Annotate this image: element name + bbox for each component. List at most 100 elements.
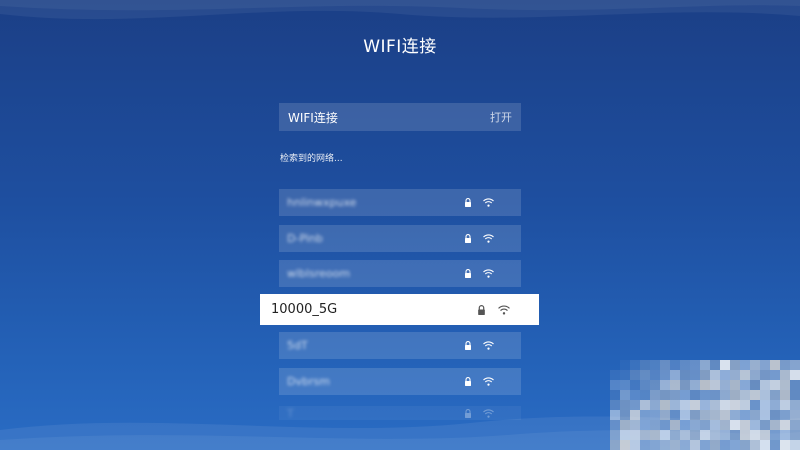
mosaic-tile: [760, 430, 770, 440]
mosaic-tile: [730, 390, 740, 400]
mosaic-tile: [680, 420, 690, 430]
mosaic-tile: [670, 440, 680, 450]
mosaic-tile: [750, 400, 760, 410]
mosaic-tile: [630, 400, 640, 410]
mosaic-tile: [640, 360, 650, 370]
mosaic-tile: [610, 360, 620, 370]
mosaic-tile: [700, 440, 710, 450]
mosaic-tile: [670, 420, 680, 430]
mosaic-tile: [670, 360, 680, 370]
mosaic-tile: [680, 400, 690, 410]
mosaic-tile: [760, 440, 770, 450]
network-row[interactable]: 5dT: [279, 332, 521, 359]
mosaic-tile: [710, 390, 720, 400]
mosaic-tile: [640, 380, 650, 390]
mosaic-tile: [780, 380, 790, 390]
mosaic-tile: [680, 440, 690, 450]
mosaic-tile: [730, 420, 740, 430]
mosaic-tile: [620, 390, 630, 400]
mosaic-tile: [780, 360, 790, 370]
mosaic-tile: [670, 380, 680, 390]
mosaic-tile: [770, 370, 780, 380]
wifi-signal-icon: [483, 377, 494, 386]
mosaic-tile: [650, 420, 660, 430]
lock-icon: [477, 304, 486, 315]
mosaic-tile: [680, 430, 690, 440]
mosaic-tile: [710, 430, 720, 440]
mosaic-tile: [760, 410, 770, 420]
mosaic-tile: [640, 390, 650, 400]
mosaic-tile: [690, 420, 700, 430]
mosaic-tile: [770, 410, 780, 420]
mosaic-tile: [610, 400, 620, 410]
mosaic-tile: [780, 390, 790, 400]
network-ssid: hnlinwxpuxe: [287, 196, 357, 209]
mosaic-tile: [720, 380, 730, 390]
mosaic-tile: [790, 360, 800, 370]
mosaic-tile: [790, 440, 800, 450]
network-ssid: wlblsreoom: [287, 267, 351, 280]
mosaic-tile: [620, 400, 630, 410]
network-ssid: Dvbrsm: [287, 375, 330, 388]
lock-icon: [464, 234, 472, 243]
mosaic-tile: [770, 420, 780, 430]
mosaic-tile: [680, 370, 690, 380]
mosaic-tile: [790, 420, 800, 430]
mosaic-tile: [720, 360, 730, 370]
mosaic-tile: [720, 440, 730, 450]
mosaic-tile: [740, 400, 750, 410]
mosaic-tile: [650, 440, 660, 450]
mosaic-tile: [640, 440, 650, 450]
mosaic-tile: [650, 390, 660, 400]
network-ssid: 10000_5G: [271, 302, 338, 317]
mosaic-tile: [690, 410, 700, 420]
network-row[interactable]: hnlinwxpuxe: [279, 189, 521, 216]
mosaic-tile: [700, 400, 710, 410]
network-row-selected[interactable]: 10000_5G: [260, 294, 539, 325]
mosaic-tile: [620, 440, 630, 450]
mosaic-tile: [670, 400, 680, 410]
mosaic-tile: [610, 440, 620, 450]
network-row[interactable]: Dvbrsm: [279, 368, 521, 395]
mosaic-tile: [740, 440, 750, 450]
mosaic-tile: [620, 430, 630, 440]
mosaic-tile: [630, 430, 640, 440]
lock-icon: [464, 377, 472, 386]
mosaic-tile: [750, 380, 760, 390]
mosaic-tile: [650, 370, 660, 380]
mosaic-tile: [630, 380, 640, 390]
mosaic-tile: [730, 380, 740, 390]
mosaic-tile: [620, 360, 630, 370]
mosaic-tile: [780, 400, 790, 410]
mosaic-tile: [740, 390, 750, 400]
mosaic-tile: [650, 430, 660, 440]
network-row[interactable]: wlblsreoom: [279, 260, 521, 287]
mosaic-tile: [700, 390, 710, 400]
lock-icon: [464, 408, 472, 418]
mosaic-tile: [780, 420, 790, 430]
mosaic-tile: [620, 370, 630, 380]
mosaic-tile: [670, 390, 680, 400]
network-row[interactable]: D-Pinb: [279, 225, 521, 252]
mosaic-tile: [640, 420, 650, 430]
mosaic-tile: [690, 360, 700, 370]
network-row[interactable]: T: [279, 406, 521, 420]
network-ssid: T: [287, 406, 294, 420]
mosaic-tile: [660, 370, 670, 380]
mosaic-tile: [680, 390, 690, 400]
mosaic-tile: [690, 390, 700, 400]
mosaic-tile: [700, 370, 710, 380]
mosaic-tile: [610, 410, 620, 420]
mosaic-tile: [700, 420, 710, 430]
mosaic-tile: [730, 370, 740, 380]
mosaic-tile: [750, 390, 760, 400]
mosaic-tile: [650, 410, 660, 420]
mosaic-tile: [660, 360, 670, 370]
mosaic-tile: [750, 420, 760, 430]
mosaic-tile: [620, 410, 630, 420]
mosaic-tile: [660, 390, 670, 400]
mosaic-tile: [760, 400, 770, 410]
mosaic-tile: [770, 440, 780, 450]
lock-icon: [464, 269, 472, 278]
mosaic-tile: [740, 370, 750, 380]
